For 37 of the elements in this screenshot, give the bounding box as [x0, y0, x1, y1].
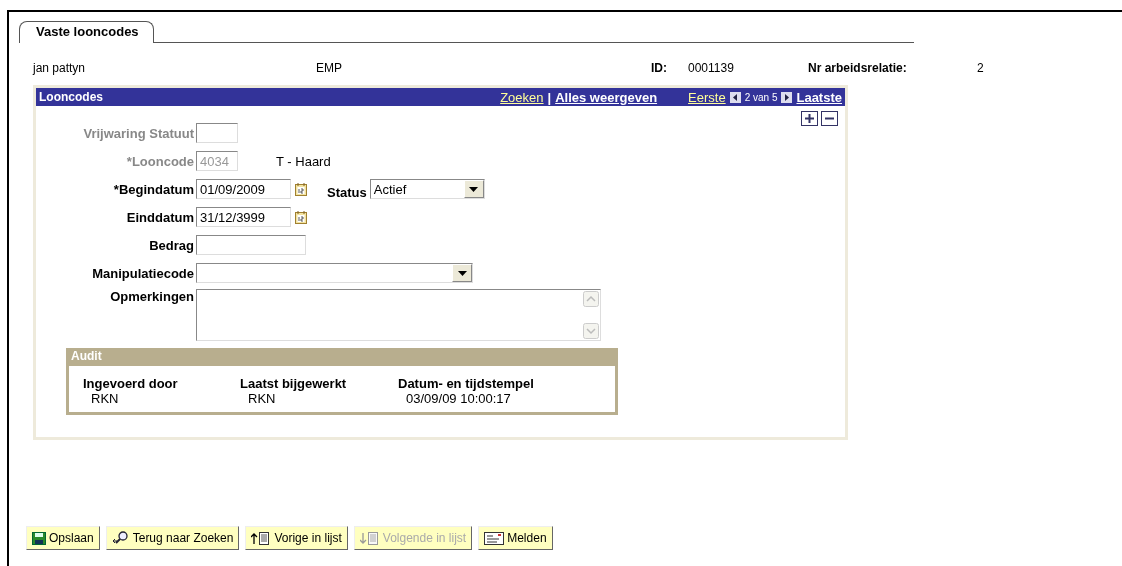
id-value: 0001139 [688, 61, 735, 75]
row-position: 2 van 5 [744, 91, 778, 103]
show-all-link[interactable]: Alles weergeven [555, 89, 658, 105]
audit-value: 03/09/09 10:00:17 [406, 391, 512, 406]
field-label: *Looncode [125, 153, 195, 169]
status-dropdown[interactable]: Actief [369, 179, 485, 199]
id-label: ID: [651, 61, 668, 75]
field-label: Einddatum [125, 209, 195, 225]
relation-value: 2 [977, 61, 984, 75]
audit-value: RKN [91, 391, 120, 406]
column-heading: Ingevoerd door [83, 376, 179, 391]
previous-button[interactable]: Vorige in lijst [245, 526, 348, 550]
date-field[interactable]: 31/12/3999 [196, 207, 291, 227]
audit-title: Audit [69, 348, 615, 366]
date-field[interactable]: 01/09/2009 [196, 179, 291, 199]
audit-value: RKN [248, 391, 277, 406]
field-label: Vrijwaring Statuut [82, 125, 195, 141]
first-link[interactable]: Eerste [688, 89, 726, 105]
relation-label: Nr arbeidsrelatie: [808, 61, 908, 75]
page-tab[interactable]: Vaste looncodes [19, 21, 154, 43]
field-label: Status [327, 184, 367, 200]
field-label: Manipulatiecode [91, 265, 195, 281]
field-label: *Begindatum [112, 181, 195, 197]
field-label: Opmerkingen [109, 289, 195, 304]
employee-type: EMP [316, 61, 343, 75]
column-heading: Datum- en tijdstempel [398, 376, 534, 391]
search-link[interactable]: Zoeken [500, 89, 544, 105]
save-button[interactable]: Opslaan [26, 526, 100, 550]
last-link[interactable]: Laatste [796, 89, 842, 105]
notify-button[interactable]: Melden [478, 526, 553, 550]
link-separator: | [547, 89, 552, 105]
grid-title: Looncodes [39, 90, 103, 104]
search-button[interactable]: Terug naar Zoeken [105, 526, 240, 550]
column-heading: Laatst bijgewerkt [240, 376, 348, 391]
field-label: Bedrag [148, 237, 195, 253]
employee-name: jan pattyn [33, 61, 87, 75]
code-description: T - Haard [276, 153, 331, 169]
